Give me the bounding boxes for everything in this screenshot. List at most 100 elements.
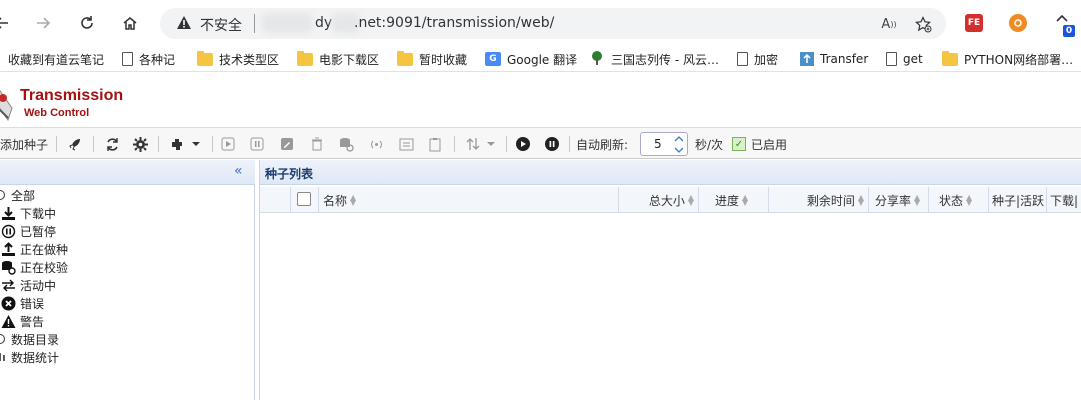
bookmark-item[interactable]: G Google 翻译 [485, 49, 577, 69]
sidebar-item-data-folders[interactable]: 数据目录 [0, 330, 59, 348]
column-progress[interactable]: 进度 ▲ ▼ [698, 187, 768, 213]
column-status[interactable]: 状态 ▲ ▼ [928, 187, 988, 213]
fe-extension-icon[interactable]: FE [965, 14, 983, 32]
sidebar-item-active[interactable]: 活动中 [1, 276, 56, 294]
sidebar-item-checking[interactable]: 正在校验 [1, 258, 68, 276]
sidebar-item-statistics[interactable]: 数据统计 [0, 348, 59, 366]
reannounce-icon[interactable] [367, 134, 385, 154]
sidebar-item-all[interactable]: 全部 [0, 186, 35, 204]
folder-icon [297, 50, 313, 66]
sidebar-item-label: 已暂停 [20, 224, 57, 239]
delete-icon[interactable] [308, 134, 326, 154]
column-name[interactable]: 名称 ▲ ▼ [318, 187, 618, 213]
bookmark-item[interactable]: get [886, 49, 923, 69]
refresh-interval-stepper[interactable]: 5 [640, 132, 688, 156]
back-icon[interactable] [0, 9, 16, 37]
extension-icon[interactable] [1009, 14, 1027, 32]
pause-icon[interactable] [248, 134, 266, 154]
sidebar-item-warning[interactable]: 警告 [1, 312, 44, 330]
sidebar-item-label: 数据统计 [11, 350, 60, 365]
add-favorite-icon[interactable] [914, 15, 932, 33]
chevron-up-icon[interactable] [1056, 12, 1068, 26]
notification-badge[interactable]: 0 [1063, 25, 1075, 37]
bookmark-item[interactable]: 技术类型区 [197, 49, 279, 69]
reload-icon[interactable] [73, 9, 101, 37]
sidebar-item-label: 下载中 [20, 206, 57, 221]
sort-icon[interactable] [462, 134, 500, 154]
pause-all-icon[interactable] [543, 134, 561, 154]
page-icon [737, 52, 748, 66]
toolbar-separator [158, 136, 159, 152]
column-remaining-time[interactable]: 剩余时间 ▲ ▼ [768, 187, 868, 213]
folder-icon [197, 50, 213, 66]
bookmark-item[interactable]: 三国志列传 - 风云… [589, 49, 719, 69]
column-ratio[interactable]: 分享率 ▲ ▼ [868, 187, 928, 213]
torrent-list-header: 种子列表 [260, 160, 1081, 185]
column-label: 进度 [715, 193, 740, 208]
sidebar-item-error[interactable]: 错误 [1, 294, 44, 312]
toolbar-separator [212, 136, 213, 152]
add-torrent-button[interactable]: 添加种子 [0, 136, 48, 153]
verify-data-icon[interactable] [337, 134, 355, 154]
select-all-checkbox[interactable] [297, 192, 311, 206]
security-label[interactable]: 不安全 [200, 15, 242, 35]
bookmark-item[interactable]: 各种记 [122, 49, 175, 69]
start-icon[interactable] [219, 134, 237, 154]
column-label: 下载| [1050, 193, 1079, 208]
sidebar-item-label: 正在做种 [20, 242, 69, 257]
sidebar-item-paused[interactable]: 已暂停 [1, 222, 56, 240]
move-data-icon[interactable] [397, 134, 415, 154]
bookmark-item[interactable]: 加密 [737, 49, 778, 69]
column-label: 名称 [323, 193, 348, 208]
sort-icon: ▲ ▼ [914, 193, 921, 207]
auto-refresh-label: 自动刷新: [576, 138, 629, 152]
rocket-icon[interactable] [66, 134, 84, 154]
bookmark-item[interactable]: 收藏到有道云笔记 [8, 49, 104, 69]
url-divider [254, 14, 255, 33]
app-title: Transmission [20, 87, 124, 104]
warning-icon[interactable] [176, 15, 192, 34]
chevron-down-icon[interactable] [673, 145, 685, 155]
refresh-icon[interactable] [103, 134, 121, 154]
read-aloud-icon[interactable]: A)) [880, 15, 898, 33]
column-label: 种子|活跃 [992, 193, 1045, 208]
sidebar-item-downloading[interactable]: 下载中 [1, 204, 56, 222]
folder-icon [0, 332, 7, 347]
settings-icon[interactable] [131, 134, 149, 154]
bookmark-item[interactable]: 电影下载区 [297, 49, 379, 69]
sort-icon: ▲ ▼ [857, 193, 864, 207]
refresh-unit-label: 秒/次 [695, 138, 724, 152]
redacted-host-part [262, 13, 312, 33]
rename-icon[interactable] [278, 134, 296, 154]
column-download[interactable]: 下载| [1046, 187, 1081, 213]
forward-icon[interactable] [29, 9, 57, 37]
torrent-list-panel: 种子列表 名称 ▲ ▼ 总大小 ▲ ▼ 进度 ▲ ▼ 剩余时间 ▲ ▼ 分享率 ▲ ▼ 状… [259, 160, 1081, 400]
app-subtitle: Web Control [24, 107, 90, 119]
upload-icon [1, 241, 16, 257]
column-size[interactable]: 总大小 ▲ ▼ [618, 187, 698, 213]
column-label: 剩余时间 [806, 193, 855, 208]
start-all-icon[interactable] [514, 134, 532, 154]
toolbar-separator [569, 136, 570, 152]
bookmark-item[interactable]: Transfer [800, 49, 868, 69]
download-icon [1, 206, 16, 221]
column-seeds-active[interactable]: 种子|活跃 [988, 187, 1046, 213]
chevron-up-icon[interactable] [673, 134, 685, 144]
collapse-left-icon[interactable]: « [234, 163, 243, 179]
warning-icon [1, 314, 16, 329]
url-field[interactable]: 不安全 dy .net:9091/transmission/web/ A)) [160, 8, 946, 39]
plugin-icon[interactable] [166, 134, 204, 154]
bookmark-item[interactable]: PYTHON网络部署… [942, 49, 1073, 69]
bookmark-label: Transfer [820, 52, 869, 66]
auto-refresh-checkbox[interactable]: ✓ [732, 137, 746, 151]
refresh-interval-value[interactable]: 5 [654, 137, 662, 151]
column-rownum [260, 187, 290, 213]
bookmark-item[interactable]: 暂时收藏 [397, 49, 467, 69]
column-label: 总大小 [648, 193, 685, 208]
sidebar-item-seeding[interactable]: 正在做种 [1, 240, 68, 258]
translate-icon: G [485, 52, 501, 66]
clipboard-icon[interactable] [426, 134, 444, 154]
home-icon[interactable] [116, 9, 144, 37]
panel-title: 种子列表 [265, 167, 314, 181]
sidebar-item-label: 警告 [20, 314, 45, 329]
